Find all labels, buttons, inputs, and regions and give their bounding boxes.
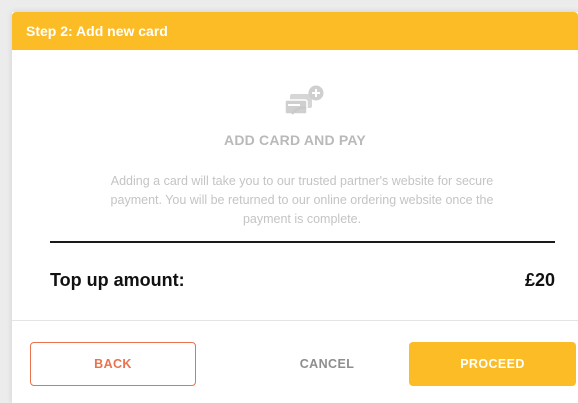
topup-label: Top up amount: <box>50 270 185 290</box>
add-card-dialog: Step 2: Add new card ADD CARD AND PAY Ad… <box>12 12 578 403</box>
topup-amount: £20 <box>524 270 555 290</box>
proceed-button[interactable]: PROCEED <box>409 342 576 386</box>
footer-divider <box>12 320 578 321</box>
add-card-description: Adding a card will take you to our trust… <box>110 174 494 226</box>
add-card-icon <box>282 84 326 120</box>
dialog-title: Step 2: Add new card <box>26 23 168 39</box>
add-card-title: ADD CARD AND PAY <box>224 132 366 148</box>
back-button[interactable]: BACK <box>30 342 196 386</box>
dialog-header: Step 2: Add new card <box>12 12 578 50</box>
divider <box>50 241 555 243</box>
cancel-button[interactable]: CANCEL <box>267 342 387 386</box>
